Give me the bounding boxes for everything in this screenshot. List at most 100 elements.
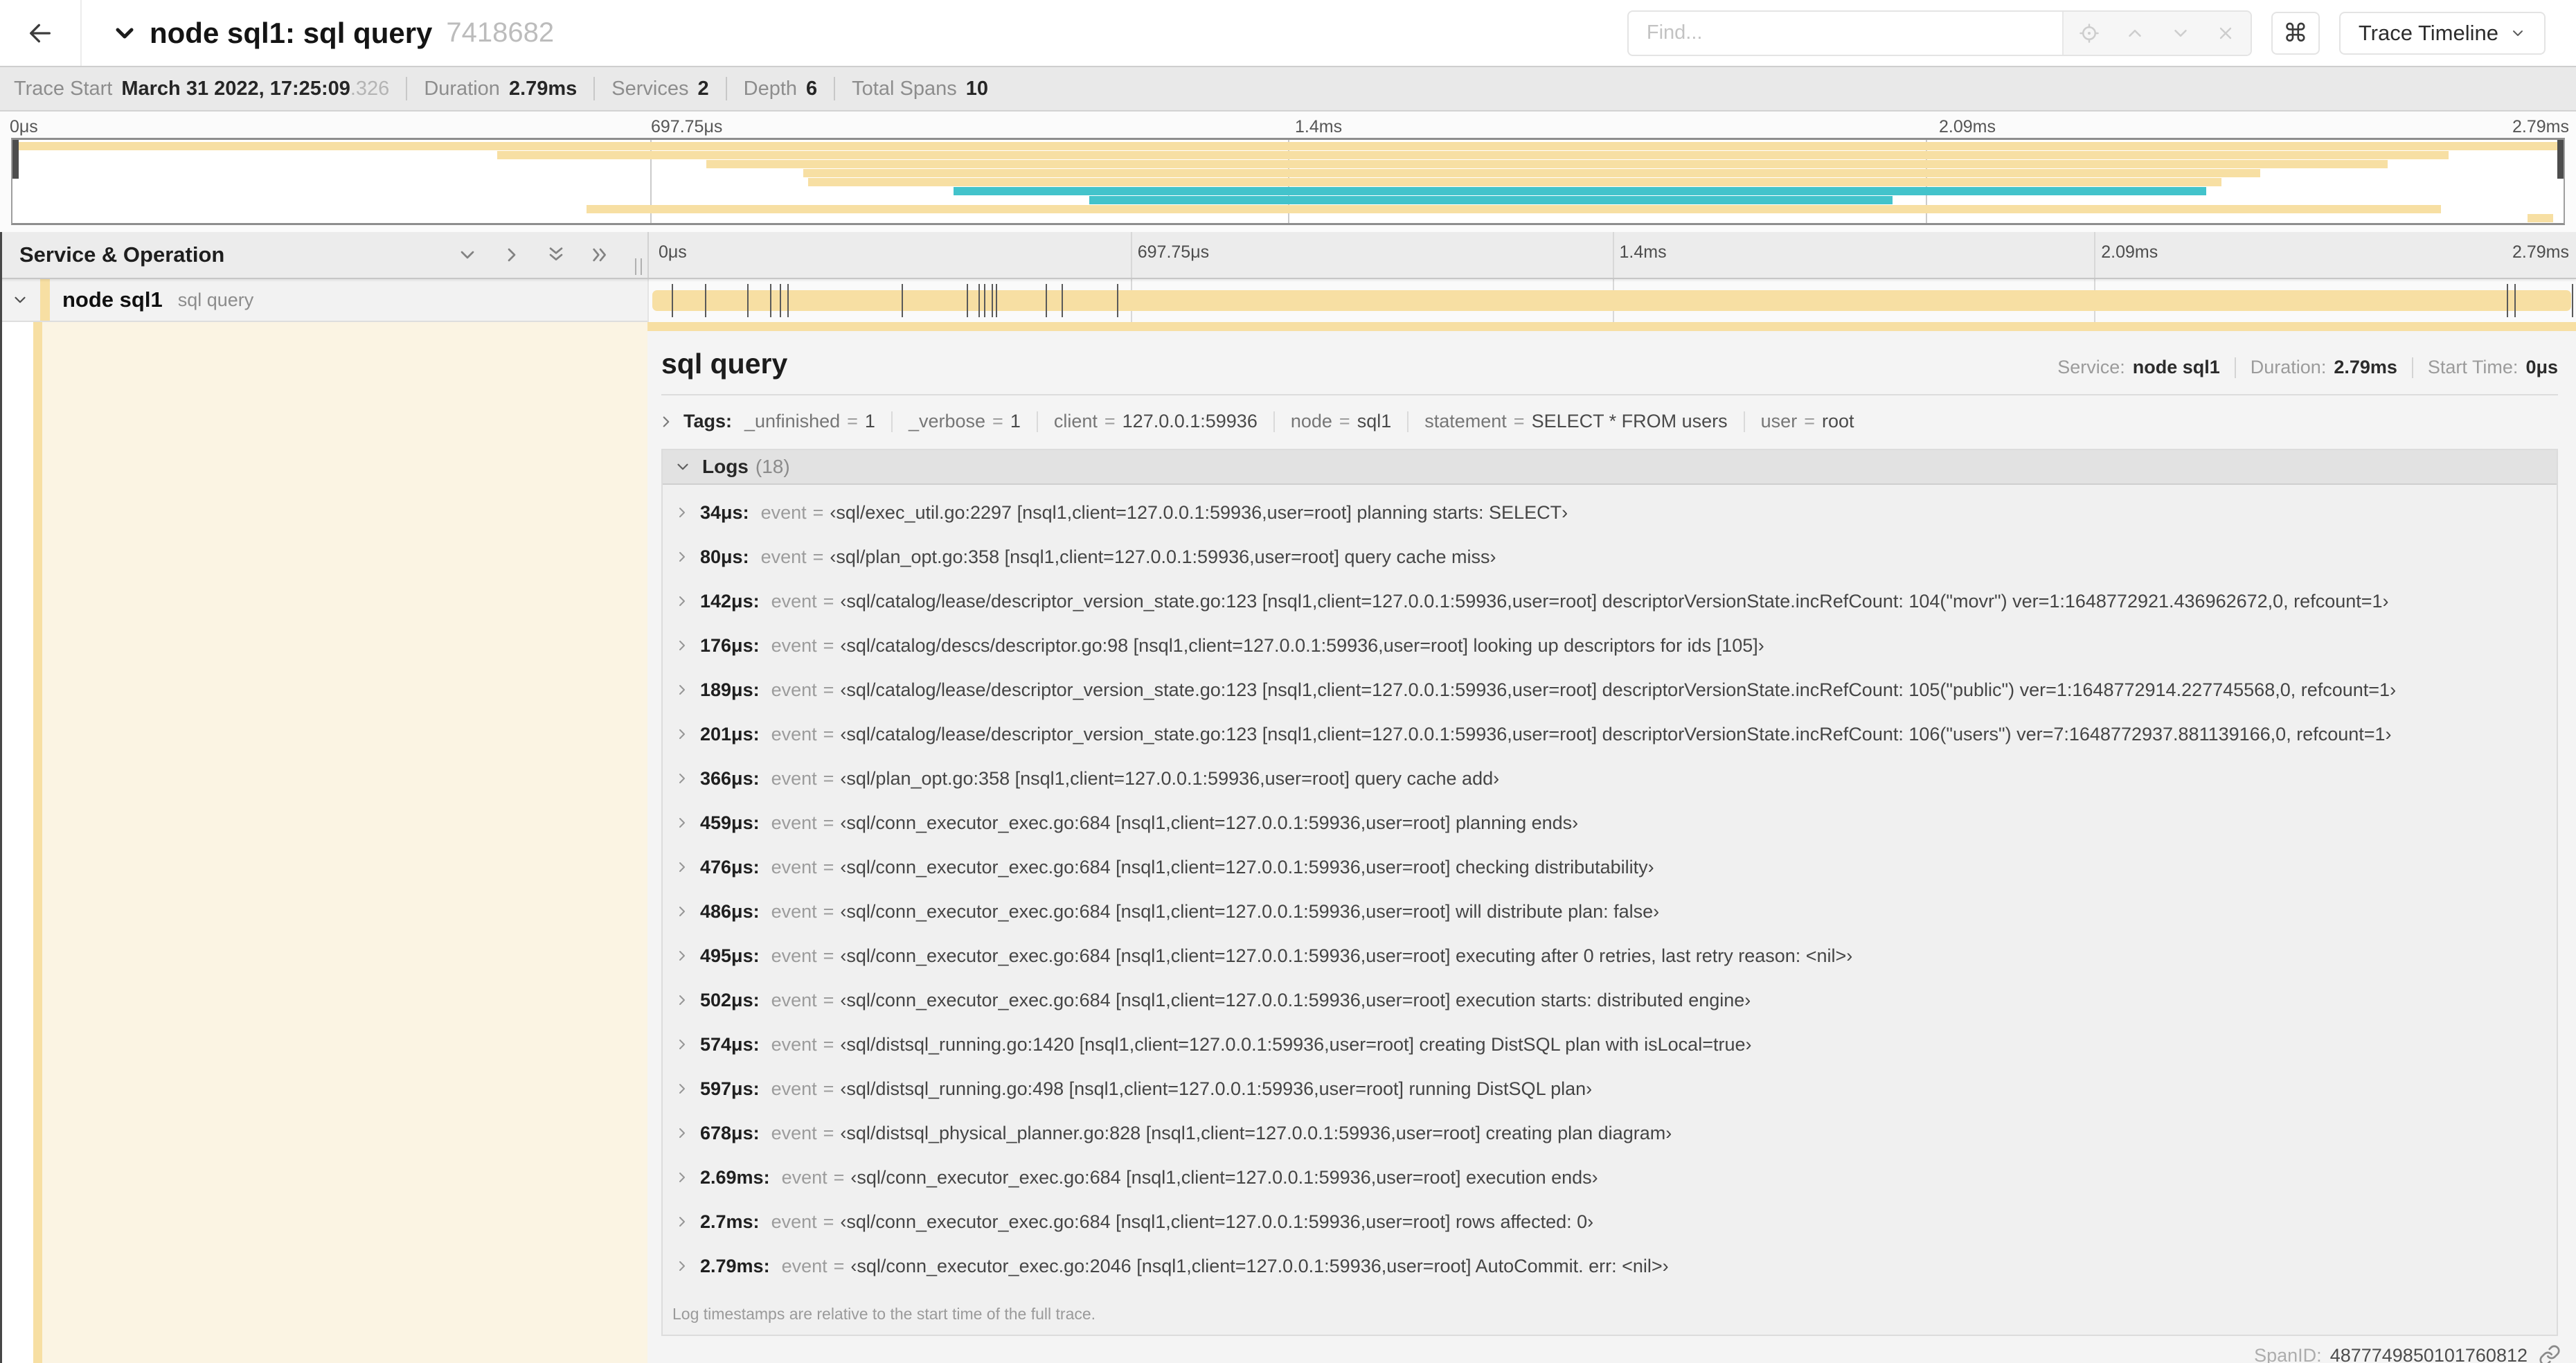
log-expand-icon[interactable] bbox=[674, 682, 690, 698]
log-entry-row[interactable]: 176μs: event = ‹sql/catalog/descs/descri… bbox=[668, 623, 2557, 668]
summary-label: Duration bbox=[424, 77, 500, 100]
log-timestamp: 502μs: bbox=[700, 989, 760, 1010]
log-field-value: ‹sql/plan_opt.go:358 [nsql1,client=127.0… bbox=[840, 767, 1500, 789]
tags-row[interactable]: Tags: _unfinished = 1 _verbose = 1 client = 127.… bbox=[647, 395, 2576, 432]
locate-icon[interactable] bbox=[2079, 23, 2100, 44]
log-expand-icon[interactable] bbox=[674, 814, 690, 831]
trace-minimap: 0μs 697.75μs 1.4ms 2.09ms 2.79ms bbox=[0, 112, 2576, 232]
span-timeline-track[interactable] bbox=[647, 279, 2576, 322]
span-row[interactable]: node sql1 sql query bbox=[0, 279, 2576, 322]
log-equals: = bbox=[823, 856, 834, 878]
expand-one-icon[interactable] bbox=[501, 244, 523, 266]
log-entry-row[interactable]: 2.7ms: event = ‹sql/conn_executor_exec.g… bbox=[668, 1200, 2557, 1244]
tag-value: 1 bbox=[864, 411, 875, 431]
log-entry-row[interactable]: 2.79ms: event = ‹sql/conn_executor_exec.… bbox=[668, 1244, 2557, 1288]
log-entry-row[interactable]: 486μs: event = ‹sql/conn_executor_exec.g… bbox=[668, 889, 2557, 934]
logs-collapse-icon[interactable] bbox=[674, 458, 692, 476]
gridline bbox=[2094, 232, 2096, 278]
log-expand-icon[interactable] bbox=[674, 726, 690, 742]
log-equals: = bbox=[823, 812, 834, 833]
expand-all-icon[interactable] bbox=[589, 244, 611, 266]
log-timestamp: 459μs: bbox=[700, 812, 760, 833]
next-match-icon[interactable] bbox=[2170, 23, 2191, 44]
back-button[interactable] bbox=[0, 0, 82, 66]
meta-value: 0μs bbox=[2525, 357, 2558, 377]
log-timestamp: 176μs: bbox=[700, 634, 760, 656]
log-entry-row[interactable]: 476μs: event = ‹sql/conn_executor_exec.g… bbox=[668, 845, 2557, 889]
log-field-value: ‹sql/plan_opt.go:358 [nsql1,client=127.0… bbox=[830, 546, 1496, 567]
log-field-value: ‹sql/conn_executor_exec.go:684 [nsql1,cl… bbox=[850, 1166, 1598, 1188]
log-field-value: ‹sql/conn_executor_exec.go:684 [nsql1,cl… bbox=[840, 812, 1579, 833]
detail-row-tint bbox=[42, 322, 647, 1363]
log-equals: = bbox=[812, 501, 824, 523]
collapse-span-icon[interactable] bbox=[11, 291, 29, 309]
tick-label: 1.4ms bbox=[1295, 117, 1343, 136]
tags-expand-icon[interactable] bbox=[657, 413, 675, 431]
log-expand-icon[interactable] bbox=[674, 593, 690, 609]
collapse-all-icon[interactable] bbox=[545, 244, 567, 266]
log-entry-row[interactable]: 189μs: event = ‹sql/catalog/lease/descri… bbox=[668, 668, 2557, 712]
log-entry-row[interactable]: 2.69ms: event = ‹sql/conn_executor_exec.… bbox=[668, 1155, 2557, 1200]
log-field-key: event bbox=[760, 546, 807, 567]
keyboard-shortcuts-button[interactable]: ⌘ bbox=[2271, 11, 2320, 55]
tags-list: _unfinished = 1 _verbose = 1 client = 127.0.0.1:… bbox=[744, 411, 1854, 432]
log-expand-icon[interactable] bbox=[674, 1169, 690, 1186]
log-expand-icon[interactable] bbox=[674, 770, 690, 787]
log-expand-icon[interactable] bbox=[674, 947, 690, 964]
log-field-value: ‹sql/catalog/lease/descriptor_version_st… bbox=[840, 590, 2389, 612]
trace-summary-item: Duration 2.79ms bbox=[424, 78, 577, 100]
top-bar: node sql1: sql query 7418682 ⌘ bbox=[0, 0, 2576, 66]
log-expand-icon[interactable] bbox=[674, 992, 690, 1008]
log-entry-row[interactable]: 366μs: event = ‹sql/plan_opt.go:358 [nsq… bbox=[668, 756, 2557, 801]
minimap-right-handle[interactable] bbox=[2557, 140, 2564, 179]
log-entry-row[interactable]: 34μs: event = ‹sql/exec_util.go:2297 [ns… bbox=[668, 490, 2557, 535]
tag-key: _unfinished bbox=[744, 411, 841, 431]
log-expand-icon[interactable] bbox=[674, 1036, 690, 1053]
logs-header[interactable]: Logs (18) bbox=[663, 450, 2557, 485]
log-entry-row[interactable]: 678μs: event = ‹sql/distsql_physical_pla… bbox=[668, 1111, 2557, 1155]
log-expand-icon[interactable] bbox=[674, 637, 690, 654]
log-field-value: ‹sql/catalog/descs/descriptor.go:98 [nsq… bbox=[840, 634, 1764, 656]
prev-match-icon[interactable] bbox=[2125, 23, 2145, 44]
log-field-key: event bbox=[771, 723, 817, 745]
collapse-trace-icon[interactable] bbox=[111, 19, 138, 47]
summary-label: Trace Start bbox=[14, 77, 113, 100]
log-entry-row[interactable]: 502μs: event = ‹sql/conn_executor_exec.g… bbox=[668, 978, 2557, 1022]
span-name-cell[interactable]: node sql1 sql query bbox=[0, 279, 647, 322]
log-timestamp: 189μs: bbox=[700, 679, 760, 700]
span-service-name: node sql1 bbox=[62, 287, 163, 312]
clear-find-icon[interactable] bbox=[2216, 24, 2235, 43]
log-entry-row[interactable]: 597μs: event = ‹sql/distsql_running.go:4… bbox=[668, 1067, 2557, 1111]
find-input[interactable] bbox=[1628, 11, 2062, 55]
tag-value: 1 bbox=[1010, 411, 1021, 431]
minimap-left-handle[interactable] bbox=[12, 140, 19, 179]
tag-equals: = bbox=[992, 411, 1003, 431]
log-equals: = bbox=[823, 989, 834, 1010]
log-expand-icon[interactable] bbox=[674, 1125, 690, 1141]
log-timestamp: 366μs: bbox=[700, 767, 760, 789]
log-marker-tick bbox=[770, 284, 772, 317]
minimap-span-bar bbox=[497, 151, 2449, 159]
log-field-key: event bbox=[771, 812, 817, 833]
log-entry-row[interactable]: 201μs: event = ‹sql/catalog/lease/descri… bbox=[668, 712, 2557, 756]
log-expand-icon[interactable] bbox=[674, 903, 690, 920]
column-resizer-grip[interactable] bbox=[635, 258, 642, 275]
deep-link-icon[interactable] bbox=[2539, 1344, 2561, 1363]
minimap-canvas[interactable] bbox=[11, 138, 2565, 225]
collapse-one-icon[interactable] bbox=[456, 244, 478, 266]
log-expand-icon[interactable] bbox=[674, 859, 690, 875]
log-entry-row[interactable]: 574μs: event = ‹sql/distsql_running.go:1… bbox=[668, 1022, 2557, 1067]
log-expand-icon[interactable] bbox=[674, 1258, 690, 1274]
log-entry-row[interactable]: 495μs: event = ‹sql/conn_executor_exec.g… bbox=[668, 934, 2557, 978]
log-entry-row[interactable]: 459μs: event = ‹sql/conn_executor_exec.g… bbox=[668, 801, 2557, 845]
log-expand-icon[interactable] bbox=[674, 1213, 690, 1230]
log-expand-icon[interactable] bbox=[674, 504, 690, 521]
span-duration-bar[interactable] bbox=[652, 290, 2571, 311]
log-marker-tick bbox=[746, 284, 749, 317]
log-marker-tick bbox=[992, 284, 994, 317]
log-expand-icon[interactable] bbox=[674, 549, 690, 565]
view-selector-button[interactable]: Trace Timeline bbox=[2338, 11, 2546, 55]
log-entry-row[interactable]: 80μs: event = ‹sql/plan_opt.go:358 [nsql… bbox=[668, 535, 2557, 579]
log-entry-row[interactable]: 142μs: event = ‹sql/catalog/lease/descri… bbox=[668, 579, 2557, 623]
log-expand-icon[interactable] bbox=[674, 1080, 690, 1097]
